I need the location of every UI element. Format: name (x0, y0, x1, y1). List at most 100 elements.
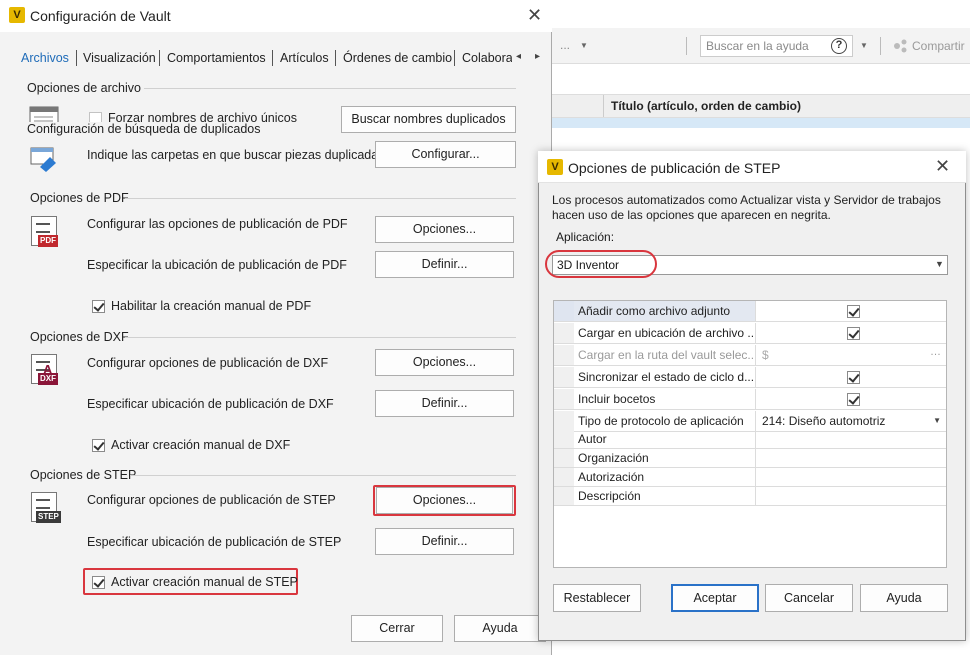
property-value-field[interactable] (755, 449, 946, 467)
toolbar-divider (686, 37, 687, 55)
property-row[interactable]: Sincronizar el estado de ciclo d... (554, 367, 946, 388)
tab-ordenes-de-cambio[interactable]: Órdenes de cambio (343, 51, 452, 65)
tab-articulos[interactable]: Artículos (280, 51, 329, 65)
section-title-pdf: Opciones de PDF (30, 191, 129, 205)
step-icon: STEP (31, 492, 61, 523)
property-checkbox[interactable] (847, 305, 860, 318)
pdf-manual-label: Habilitar la creación manual de PDF (111, 299, 312, 313)
property-row: Cargar en la ruta del vault selec... $ … (554, 345, 946, 366)
share-button-label[interactable]: Compartir (912, 39, 965, 53)
toolbar-divider (880, 37, 881, 55)
vault-config-dialog (0, 0, 552, 655)
vault-dialog-title: Configuración de Vault (30, 8, 171, 24)
close-icon[interactable]: ✕ (935, 156, 950, 177)
vault-logo-icon: V (9, 7, 25, 23)
dup-folders-label: Indique las carpetas en que buscar pieza… (87, 148, 388, 162)
property-checkbox[interactable] (847, 371, 860, 384)
column-header-title[interactable]: Título (artículo, orden de cambio) (611, 99, 801, 113)
property-row[interactable]: Añadir como archivo adjunto (554, 301, 946, 322)
property-name: Tipo de protocolo de aplicación (578, 414, 744, 428)
section-divider (125, 198, 516, 199)
property-name: Autorización (578, 470, 645, 484)
toolbar-overflow-dots[interactable]: ... (560, 38, 570, 52)
tab-visualizacion[interactable]: Visualización (83, 51, 156, 65)
cancel-button[interactable]: Cancelar (765, 584, 853, 612)
tab-scroll-right-icon[interactable]: ▸ (535, 51, 540, 62)
property-value[interactable]: 214: Diseño automotriz (762, 414, 885, 428)
property-row[interactable]: Descripción (554, 487, 946, 506)
property-value: $ (762, 348, 769, 362)
property-name: Sincronizar el estado de ciclo d... (578, 370, 754, 384)
pdf-location-label: Especificar la ubicación de publicación … (87, 258, 347, 272)
section-title-file-options: Opciones de archivo (27, 81, 141, 95)
pdf-configure-label: Configurar las opciones de publicación d… (87, 217, 348, 231)
property-name: Cargar en la ruta del vault selec... (578, 348, 754, 362)
step-options-highlight (373, 485, 516, 516)
chevron-down-icon[interactable]: ▼ (933, 416, 941, 425)
close-button[interactable]: Cerrar (351, 615, 443, 642)
property-name: Incluir bocetos (578, 392, 656, 406)
property-row[interactable]: Tipo de protocolo de aplicación 214: Dis… (554, 411, 946, 432)
toolbar-dropdown-arrow-icon[interactable]: ▼ (580, 41, 588, 50)
pdf-manual-checkbox[interactable] (92, 300, 105, 313)
pdf-options-button[interactable]: Opciones... (375, 216, 514, 243)
property-row[interactable]: Organización (554, 449, 946, 468)
vault-logo-icon: V (547, 159, 563, 175)
section-divider (144, 88, 516, 89)
tab-scroll-left-icon[interactable]: ◂ (516, 51, 521, 62)
dxf-manual-label: Activar creación manual de DXF (111, 438, 291, 452)
application-label: Aplicación: (556, 230, 615, 244)
dxf-location-label: Especificar ubicación de publicación de … (87, 397, 334, 411)
tab-divider (272, 50, 273, 66)
property-value-field[interactable] (755, 468, 946, 486)
tab-divider (159, 50, 160, 66)
property-name: Descripción (578, 489, 641, 503)
section-title-step: Opciones de STEP (30, 468, 137, 482)
step-configure-label: Configurar opciones de publicación de ST… (87, 493, 336, 507)
dxf-configure-label: Configurar opciones de publicación de DX… (87, 356, 329, 370)
property-row[interactable]: Autorización (554, 468, 946, 487)
reset-button[interactable]: Restablecer (553, 584, 641, 612)
property-name: Organización (578, 451, 649, 465)
property-checkbox[interactable] (847, 327, 860, 340)
configure-button[interactable]: Configurar... (375, 141, 516, 168)
property-value-field[interactable] (755, 430, 946, 448)
application-highlight (545, 250, 657, 278)
section-title-dxf: Opciones de DXF (30, 330, 129, 344)
property-name: Autor (578, 432, 607, 446)
tab-colabora[interactable]: Colabora (462, 51, 512, 65)
chevron-down-icon[interactable]: ▼ (935, 259, 944, 269)
help-button[interactable]: Ayuda (454, 615, 546, 642)
step-manual-checkbox[interactable] (92, 576, 105, 589)
share-icon (894, 39, 907, 53)
property-value-field[interactable] (755, 487, 946, 505)
browse-ellipsis-icon: … (930, 346, 941, 358)
grid-column-divider (603, 95, 604, 117)
property-row[interactable]: Cargar en ubicación de archivo ... (554, 323, 946, 344)
help-dropdown-arrow-icon[interactable]: ▼ (860, 41, 868, 50)
tab-divider (76, 50, 77, 66)
pdf-icon: PDF (31, 216, 58, 247)
ok-button[interactable]: Aceptar (671, 584, 759, 612)
section-divider (125, 337, 516, 338)
tab-archivos[interactable]: Archivos (21, 51, 69, 65)
property-row[interactable]: Autor (554, 430, 946, 449)
close-icon[interactable]: ✕ (527, 5, 542, 26)
pdf-define-button[interactable]: Definir... (375, 251, 514, 278)
dxf-define-button[interactable]: Definir... (375, 390, 514, 417)
step-define-button[interactable]: Definir... (375, 528, 514, 555)
section-title-dup-search: Configuración de búsqueda de duplicados (27, 122, 261, 136)
tab-divider (454, 50, 455, 66)
dxf-options-button[interactable]: Opciones... (375, 349, 514, 376)
property-name: Cargar en ubicación de archivo ... (578, 326, 754, 340)
dxf-icon: A DXF (31, 354, 58, 385)
property-checkbox[interactable] (847, 393, 860, 406)
step-dialog-title: Opciones de publicación de STEP (568, 160, 781, 176)
property-row[interactable]: Incluir bocetos (554, 389, 946, 410)
help-icon[interactable]: ? (831, 38, 847, 54)
grid-selected-row[interactable] (550, 118, 970, 128)
dxf-manual-checkbox[interactable] (92, 439, 105, 452)
help-button[interactable]: Ayuda (860, 584, 948, 612)
tab-comportamientos[interactable]: Comportamientos (167, 51, 266, 65)
search-duplicates-button[interactable]: Buscar nombres duplicados (341, 106, 516, 133)
